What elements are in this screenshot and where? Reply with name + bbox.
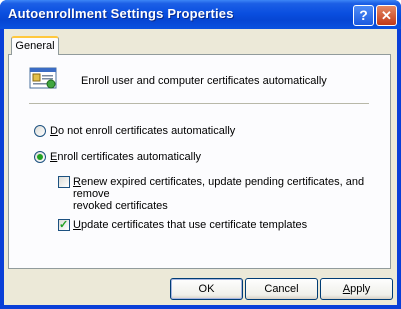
close-button[interactable]: ✕ [376,5,397,26]
dialog-window: Autoenrollment Settings Properties ? ✕ G… [0,0,401,309]
tab-general[interactable]: General [11,36,59,55]
label-renew-expired[interactable]: Renew expired certificates, update pendi… [73,176,397,212]
separator [29,103,369,104]
apply-button[interactable]: Apply [320,278,393,300]
radio-do-not-enroll[interactable] [34,125,46,137]
title-bar[interactable]: Autoenrollment Settings Properties ? ✕ [0,0,401,29]
radio-enroll-automatically[interactable] [34,151,46,163]
header-description: Enroll user and computer certificates au… [81,75,327,87]
dialog-client-area: General Enroll user and computer certifi… [4,29,397,305]
label-enroll-automatically[interactable]: Enroll certificates automatically [50,151,201,163]
label-update-templates[interactable]: Update certificates that use certificate… [73,219,307,231]
label-do-not-enroll[interactable]: Do not enroll certificates automatically [50,125,235,137]
window-title: Autoenrollment Settings Properties [8,6,234,21]
help-button[interactable]: ? [353,5,374,26]
checkbox-update-templates[interactable] [58,218,70,231]
cancel-button[interactable]: Cancel [245,278,318,300]
certificate-icon [29,67,57,89]
checkbox-renew-expired[interactable] [58,176,70,188]
ok-button[interactable]: OK [170,278,243,300]
